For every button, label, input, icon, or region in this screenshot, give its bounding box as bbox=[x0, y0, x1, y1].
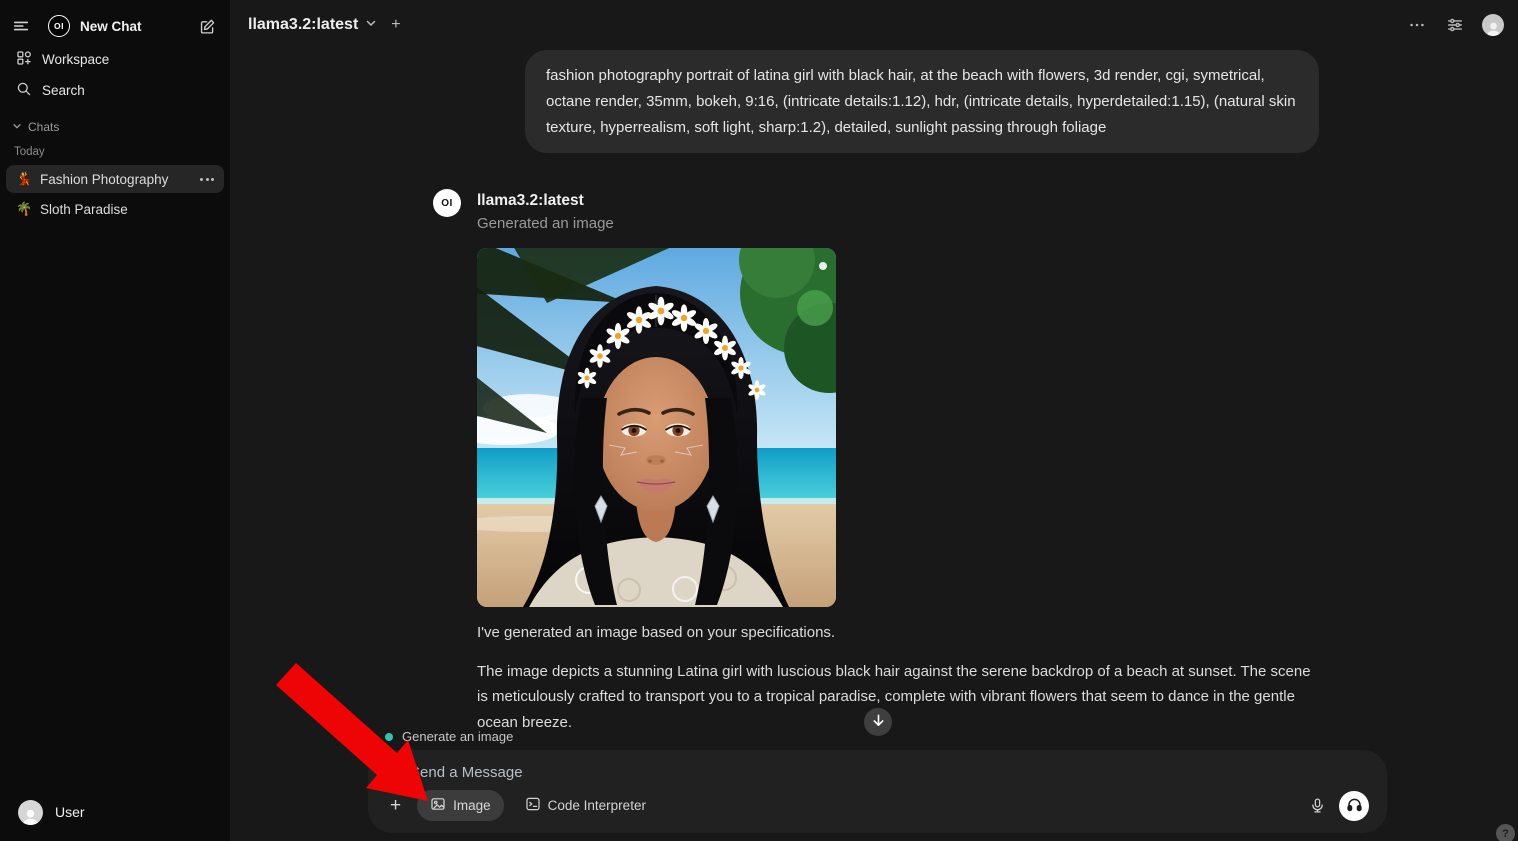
assistant-message: OI llama3.2:latest Generated an image bbox=[433, 189, 1319, 774]
chat-controls-icon[interactable] bbox=[1444, 14, 1466, 36]
code-interpreter-button[interactable]: Code Interpreter bbox=[512, 790, 659, 821]
sidebar-toggle-icon[interactable] bbox=[10, 15, 32, 37]
main-area: llama3.2:latest + fashion photography po bbox=[230, 0, 1518, 841]
chevron-down-icon bbox=[365, 16, 377, 34]
chat-options-icon[interactable] bbox=[1406, 14, 1428, 36]
app-logo-text: OI bbox=[54, 21, 64, 31]
search-icon bbox=[16, 81, 32, 100]
code-interpreter-icon bbox=[525, 796, 541, 815]
message-input[interactable] bbox=[410, 764, 1010, 781]
assistant-avatar-text: OI bbox=[441, 198, 453, 209]
composer-right bbox=[1309, 791, 1373, 821]
topbar-right bbox=[1406, 14, 1504, 36]
workspace-icon bbox=[16, 50, 32, 69]
assistant-subtitle: Generated an image bbox=[477, 215, 1319, 232]
chats-section-toggle[interactable]: Chats bbox=[0, 106, 230, 138]
chat-column: fashion photography portrait of latina g… bbox=[433, 50, 1319, 774]
new-chat-icon[interactable] bbox=[197, 16, 218, 37]
chevron-down-icon bbox=[12, 120, 22, 134]
chat-item-fashion-photography[interactable]: 💃 Fashion Photography bbox=[6, 165, 224, 193]
workspace-label: Workspace bbox=[42, 52, 109, 67]
generated-image[interactable] bbox=[477, 248, 836, 607]
chat-item-sloth-paradise[interactable]: 🌴 Sloth Paradise bbox=[6, 195, 224, 223]
scroll-to-bottom-button[interactable] bbox=[864, 708, 892, 736]
user-message: fashion photography portrait of latina g… bbox=[525, 50, 1319, 153]
generation-status: Generate an image bbox=[385, 729, 513, 744]
user-avatar bbox=[18, 800, 43, 825]
microphone-icon[interactable] bbox=[1309, 797, 1326, 814]
assistant-model-label: llama3.2:latest bbox=[477, 189, 1319, 210]
sidebar-header: OI New Chat bbox=[0, 8, 230, 44]
sidebar-item-workspace[interactable]: Workspace bbox=[4, 44, 226, 75]
chats-section-label: Chats bbox=[28, 120, 59, 134]
attach-plus-icon[interactable]: + bbox=[384, 794, 407, 817]
chat-title: Sloth Paradise bbox=[40, 202, 214, 217]
chat-date-group: Today bbox=[0, 138, 230, 164]
chat-emoji: 🌴 bbox=[16, 201, 32, 217]
model-selector[interactable]: llama3.2:latest bbox=[248, 16, 377, 34]
chat-menu-icon[interactable] bbox=[200, 178, 214, 181]
arrow-down-icon bbox=[871, 713, 886, 731]
chat-emoji: 💃 bbox=[16, 171, 32, 187]
image-toggle-button[interactable]: Image bbox=[417, 790, 504, 821]
sidebar-user-menu[interactable]: User bbox=[4, 789, 226, 835]
help-button[interactable]: ? bbox=[1496, 824, 1515, 841]
new-chat-label[interactable]: New Chat bbox=[80, 19, 189, 34]
voice-call-button[interactable] bbox=[1339, 791, 1369, 821]
code-interpreter-label: Code Interpreter bbox=[548, 798, 646, 813]
message-composer: + Image Code Interpreter bbox=[368, 750, 1387, 833]
chat-title: Fashion Photography bbox=[40, 172, 192, 187]
assistant-paragraph: I've generated an image based on your sp… bbox=[477, 620, 1319, 646]
sidebar-spacer bbox=[0, 224, 230, 789]
search-label: Search bbox=[42, 83, 85, 98]
image-button-label: Image bbox=[453, 798, 491, 813]
profile-avatar[interactable] bbox=[1482, 14, 1504, 36]
add-model-button[interactable]: + bbox=[391, 16, 400, 34]
composer-toolbar: + Image Code Interpreter bbox=[384, 790, 1373, 821]
sidebar-item-search[interactable]: Search bbox=[4, 75, 226, 106]
status-dot-icon bbox=[385, 733, 393, 741]
app-logo-icon: OI bbox=[48, 15, 70, 37]
sidebar: OI New Chat Workspace Search Chats Today bbox=[0, 0, 230, 841]
status-label: Generate an image bbox=[402, 729, 513, 744]
topbar: llama3.2:latest + bbox=[230, 0, 1518, 50]
user-name-label: User bbox=[55, 804, 85, 820]
assistant-paragraph: The image depicts a stunning Latina girl… bbox=[477, 659, 1319, 736]
assistant-body: llama3.2:latest Generated an image bbox=[477, 189, 1319, 774]
assistant-avatar: OI bbox=[433, 189, 461, 217]
image-icon bbox=[430, 796, 446, 815]
headphones-icon bbox=[1346, 796, 1363, 816]
app-window: OI New Chat Workspace Search Chats Today bbox=[0, 0, 1518, 841]
model-name-label: llama3.2:latest bbox=[248, 16, 358, 34]
